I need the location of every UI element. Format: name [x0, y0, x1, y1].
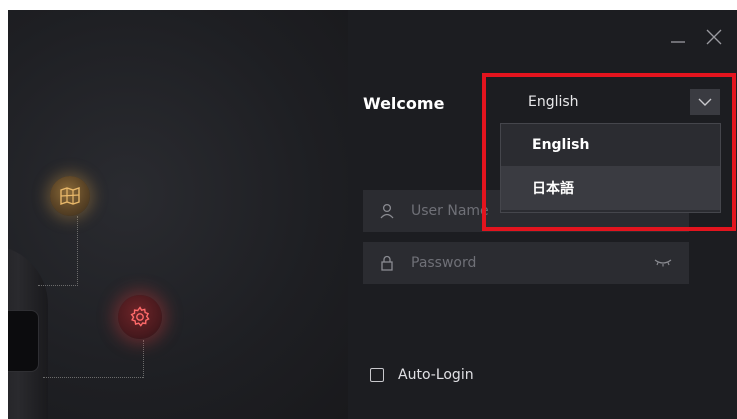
language-dropdown-menu: English 日本語 [500, 123, 721, 213]
map-icon [50, 176, 90, 216]
connector-line [143, 340, 144, 378]
window-controls [667, 26, 725, 48]
eye-closed-icon[interactable] [651, 258, 675, 268]
auto-login-checkbox[interactable]: Auto-Login [370, 367, 474, 383]
chevron-down-icon[interactable] [690, 89, 720, 115]
language-option-japanese[interactable]: 日本語 [501, 166, 720, 210]
language-selected-value: English [528, 94, 579, 110]
connector-line [38, 285, 78, 286]
welcome-title: Welcome [363, 94, 445, 113]
checkbox-icon[interactable] [370, 368, 384, 382]
language-option-english[interactable]: English [501, 124, 720, 166]
device-slot-illustration [8, 310, 39, 372]
password-field[interactable] [363, 242, 689, 284]
connector-line [77, 216, 78, 286]
minimize-icon[interactable] [667, 26, 689, 48]
close-icon[interactable] [703, 26, 725, 48]
language-select[interactable]: English [502, 86, 720, 118]
connector-line [43, 377, 143, 378]
illustration-panel [8, 10, 348, 419]
gear-icon [118, 295, 162, 339]
user-icon [377, 203, 397, 219]
password-input[interactable] [411, 255, 651, 271]
lock-icon [377, 255, 397, 271]
login-window: Welcome English English 日本語 Auto-Login [8, 10, 737, 419]
auto-login-label: Auto-Login [398, 367, 474, 383]
